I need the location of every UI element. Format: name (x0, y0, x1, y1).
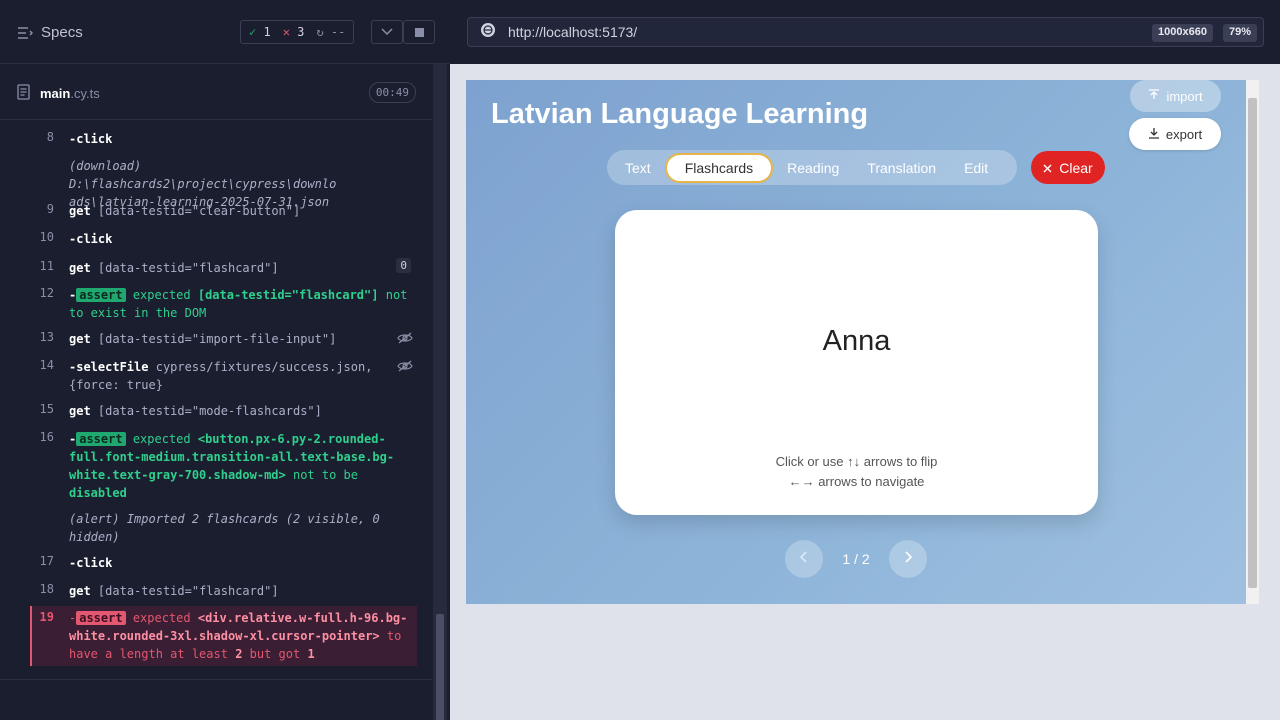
chevron-right-icon (904, 550, 913, 568)
failed-command-row[interactable]: 19 - assert expected <div.relative.w-full… (30, 606, 417, 666)
specs-button[interactable]: Specs (17, 24, 83, 41)
command-number: 16 (39, 430, 54, 444)
command-name: get (69, 204, 91, 218)
command-arg: [data-testid="flashcard"] (97, 584, 279, 598)
pass-count: 1 (263, 25, 271, 39)
app-viewport: Latvian Language Learning import export … (466, 80, 1246, 604)
command-number: 13 (39, 330, 54, 344)
app-preview-panel: http://localhost:5173/ 1000x660 79% Latv… (450, 0, 1280, 720)
command-number: 9 (46, 202, 54, 216)
upload-icon (1148, 88, 1160, 104)
alert-text: Imported 2 flashcards (2 visible, 0 (126, 512, 380, 526)
command-name: get (69, 261, 91, 275)
cypress-runner-panel: Specs ✓ 1 ✕ 3 ↻ -- main.cy.ts 00:49 8 -c… (0, 0, 450, 720)
command-arg: [data-testid="import-file-input"] (97, 332, 337, 346)
alert-label: (alert) (69, 512, 120, 526)
import-label: import (1166, 88, 1203, 104)
chevron-down-icon (381, 23, 393, 41)
export-button[interactable]: export (1129, 118, 1221, 150)
divider (0, 679, 432, 680)
command-name: get (69, 404, 91, 418)
close-icon (1043, 160, 1052, 176)
download-icon (1148, 127, 1160, 142)
command-arg: [data-testid="flashcard"] (97, 261, 279, 275)
specs-label: Specs (41, 24, 83, 41)
import-button[interactable]: import (1130, 80, 1221, 112)
zoom-badge: 79% (1222, 24, 1257, 42)
page-title: Latvian Language Learning (491, 98, 869, 130)
pass-icon: ✓ (249, 25, 257, 39)
stop-icon (414, 27, 424, 37)
clear-label: Clear (1059, 159, 1093, 176)
stop-button[interactable] (403, 20, 435, 44)
flip-hint: Click or use ↑↓ arrows to flip (775, 454, 938, 469)
command-number: 19 (39, 610, 54, 624)
menu-icon (17, 26, 33, 40)
flashcard-word: Anna (822, 325, 891, 357)
chevron-down-button[interactable] (371, 20, 403, 44)
command-name: -click (69, 132, 113, 146)
command-number: 18 (39, 582, 54, 596)
download-path: D:\flashcards2\project\cypress\downlo (69, 177, 337, 191)
command-number: 11 (39, 259, 54, 273)
assert-badge: assert (76, 288, 126, 302)
document-icon (17, 84, 30, 103)
app-scrollbar[interactable] (1246, 80, 1259, 604)
command-name: -click (69, 556, 113, 570)
clear-button[interactable]: Clear (1031, 151, 1105, 184)
url-field[interactable]: http://localhost:5173/ 1000x660 79% (467, 17, 1264, 47)
spec-file-bar: main.cy.ts 00:49 (0, 64, 432, 120)
pending-count: -- (330, 25, 346, 39)
tab-edit[interactable]: Edit (950, 153, 1002, 183)
page-indicator: 1 / 2 (842, 551, 870, 567)
flashcard-hint: Click or use ↑↓ arrows to flip ←→ arrows… (615, 452, 1098, 492)
command-number: 12 (39, 286, 54, 300)
element-count-badge: 0 (396, 258, 411, 273)
eye-hidden-icon (397, 360, 413, 375)
viewport-size-badge: 1000x660 (1152, 24, 1213, 42)
fail-count: 3 (297, 25, 305, 39)
command-number: 8 (46, 130, 54, 144)
next-button[interactable] (889, 540, 927, 578)
scrollbar-thumb[interactable] (436, 614, 444, 720)
flashcard[interactable]: Anna Click or use ↑↓ arrows to flip ←→ a… (615, 210, 1098, 515)
url-text: http://localhost:5173/ (508, 24, 638, 40)
command-number: 10 (39, 230, 54, 244)
duration-timer: 00:49 (368, 82, 416, 103)
spec-filename[interactable]: main.cy.ts (17, 84, 100, 103)
fail-icon: ✕ (282, 25, 290, 39)
mode-tabs: Text Flashcards Reading Translation Edit (607, 150, 1017, 185)
command-arg: [data-testid="mode-flashcards"] (97, 404, 322, 418)
command-arg: [data-testid="clear-button"] (97, 204, 301, 218)
command-number: 17 (39, 554, 54, 568)
spec-file-ext: .cy.ts (70, 86, 100, 101)
tab-text[interactable]: Text (611, 153, 665, 183)
command-number: 14 (39, 358, 54, 372)
assert-badge: assert (76, 611, 126, 625)
navigate-hint: ←→ arrows to navigate (788, 474, 925, 489)
command-name: get (69, 584, 91, 598)
runner-header: Specs ✓ 1 ✕ 3 ↻ -- (0, 0, 450, 64)
assert-badge: assert (76, 432, 126, 446)
pending-icon: ↻ (316, 25, 324, 39)
tab-translation[interactable]: Translation (853, 153, 950, 183)
export-label: export (1165, 126, 1203, 142)
browser-bar: http://localhost:5173/ 1000x660 79% (450, 0, 1280, 64)
prev-button[interactable] (785, 540, 823, 578)
command-log-scrollbar[interactable] (433, 64, 447, 720)
command-name: get (69, 332, 91, 346)
eye-hidden-icon (397, 332, 413, 347)
command-arg: cypress/fixtures/success.json, (155, 360, 373, 374)
globe-icon (480, 22, 496, 43)
scrollbar-thumb[interactable] (1248, 98, 1257, 588)
test-stats: ✓ 1 ✕ 3 ↻ -- (240, 20, 355, 44)
tab-reading[interactable]: Reading (773, 153, 853, 183)
command-name: -click (69, 232, 113, 246)
command-name: -selectFile (69, 360, 149, 374)
tab-flashcards[interactable]: Flashcards (664, 152, 774, 183)
chevron-left-icon (799, 550, 808, 568)
download-label: (download) (69, 159, 142, 173)
spec-file-name: main (40, 86, 71, 101)
command-number: 15 (39, 402, 54, 416)
